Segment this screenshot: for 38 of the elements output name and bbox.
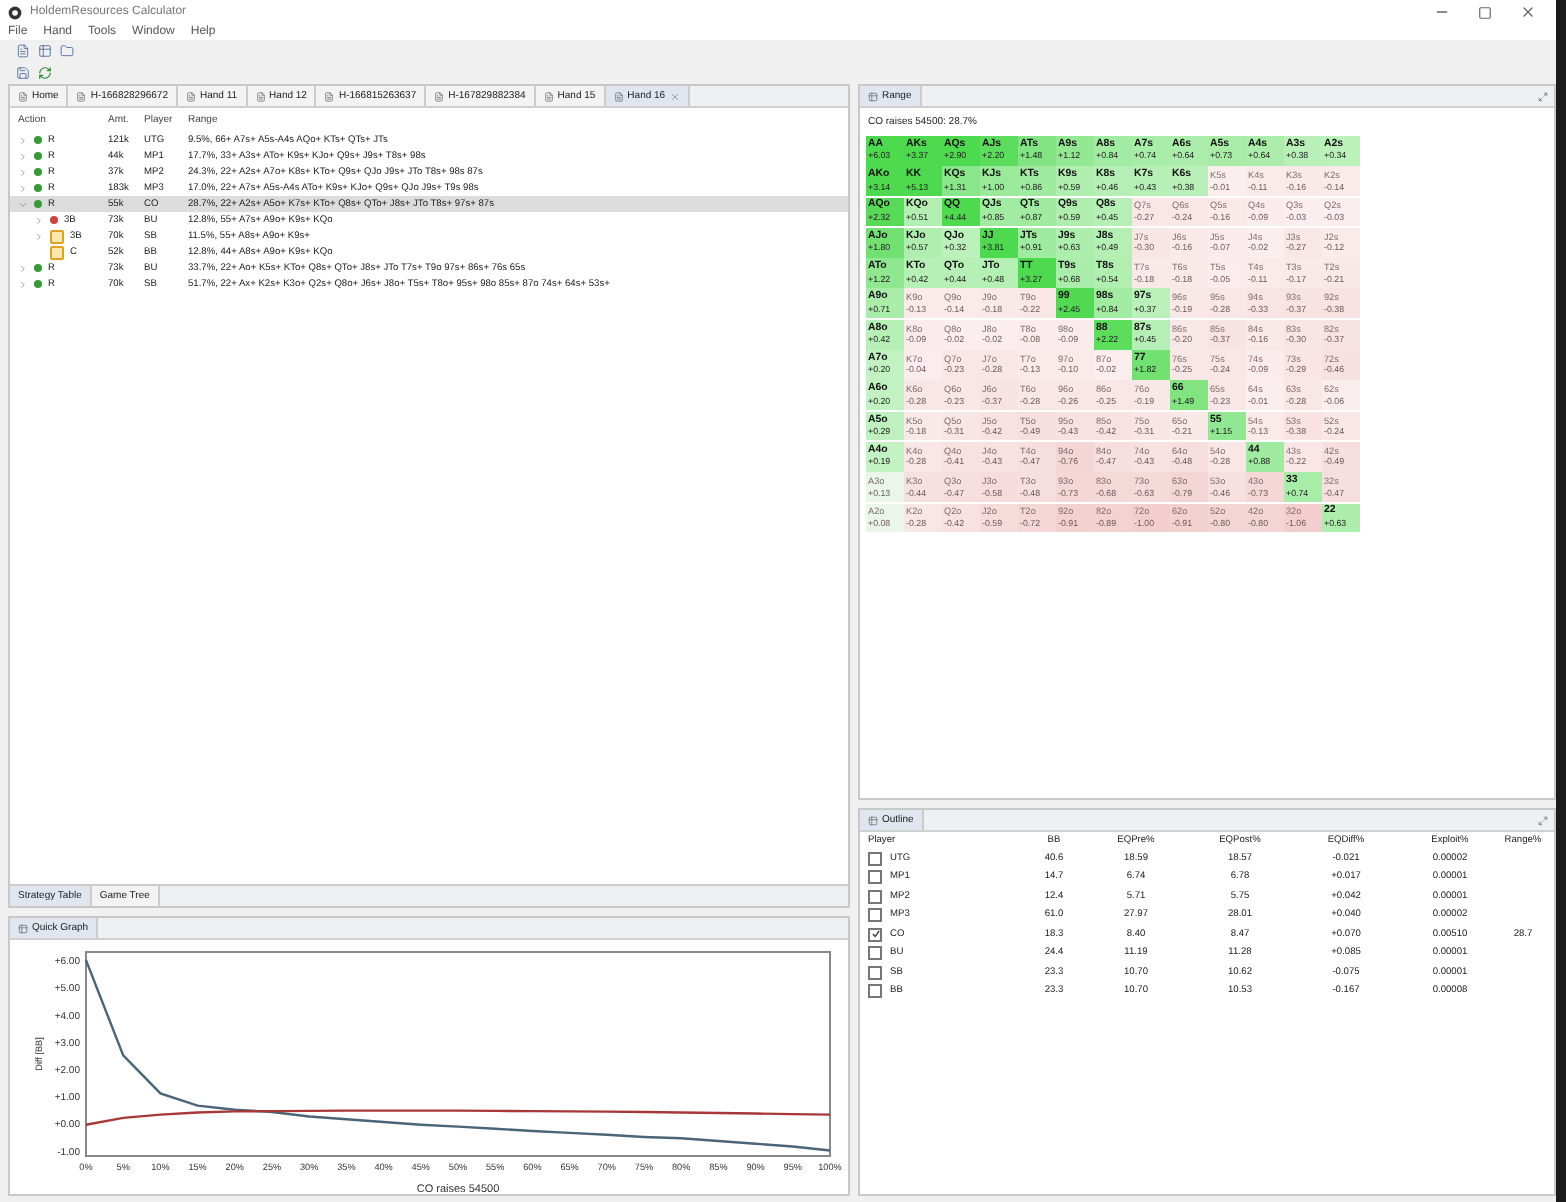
maximize-icon[interactable] [1538,91,1548,101]
table-icon[interactable] [38,44,52,58]
refresh-icon[interactable] [38,66,52,80]
document-icon [186,91,196,101]
collapse-icon[interactable] [18,199,28,209]
document-icon [18,91,28,101]
document-icon [613,91,624,101]
maximize-icon[interactable] [1478,5,1492,19]
document-icon [76,91,87,101]
checkbox[interactable] [868,965,882,979]
checkbox[interactable] [868,851,882,865]
document-icon [324,91,335,101]
maximize-icon[interactable] [1538,815,1548,825]
checkbox[interactable] [868,889,882,903]
checkbox[interactable] [868,946,882,960]
table-icon [868,815,878,825]
expand-icon[interactable] [18,135,28,145]
table-icon [868,91,878,101]
checkbox[interactable] [868,870,882,884]
expand-icon[interactable] [18,183,28,193]
folder-icon[interactable] [60,44,74,58]
document-icon [255,91,266,101]
expand-icon[interactable] [34,215,44,225]
expand-icon[interactable] [18,279,28,289]
expand-icon[interactable] [34,231,44,241]
expand-icon[interactable] [18,263,28,273]
new-file-icon[interactable] [16,44,30,58]
table-icon [18,923,28,933]
close-icon[interactable] [1520,4,1536,20]
expand-icon[interactable] [18,151,28,161]
expand-icon[interactable] [18,167,28,177]
app-logo-icon [8,5,22,19]
document-icon [543,91,554,101]
checkbox[interactable] [868,908,882,922]
document-icon [434,91,445,101]
checkbox[interactable] [868,984,882,998]
checkbox[interactable] [868,927,882,941]
save-icon[interactable] [16,66,30,80]
